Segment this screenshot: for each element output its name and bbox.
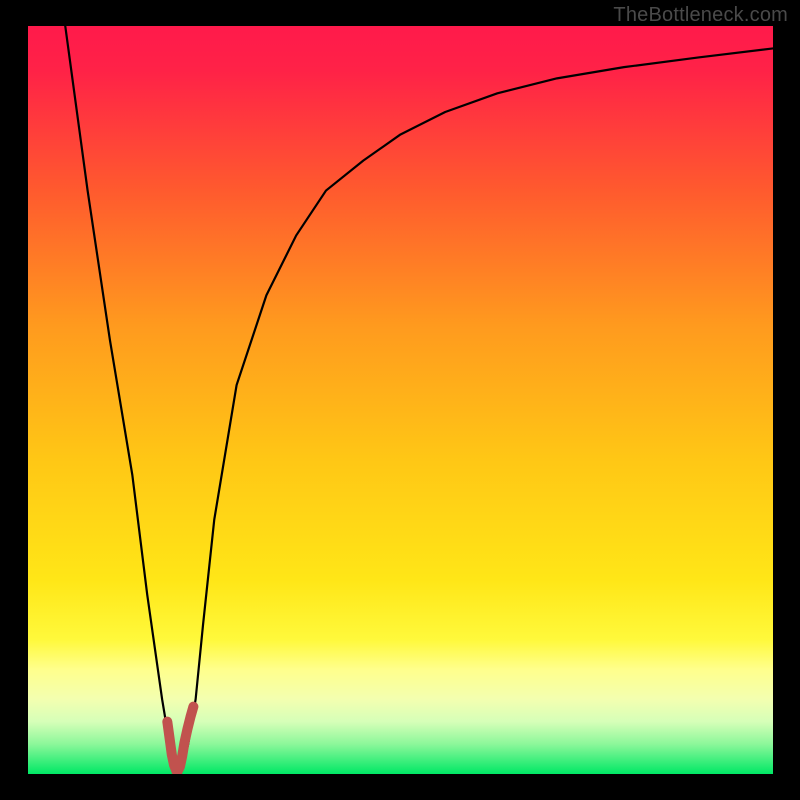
chart-svg xyxy=(28,26,773,774)
gradient-background xyxy=(28,26,773,774)
watermark-text: TheBottleneck.com xyxy=(613,4,788,27)
plot-area xyxy=(28,26,773,774)
chart-frame: TheBottleneck.com xyxy=(0,0,800,800)
